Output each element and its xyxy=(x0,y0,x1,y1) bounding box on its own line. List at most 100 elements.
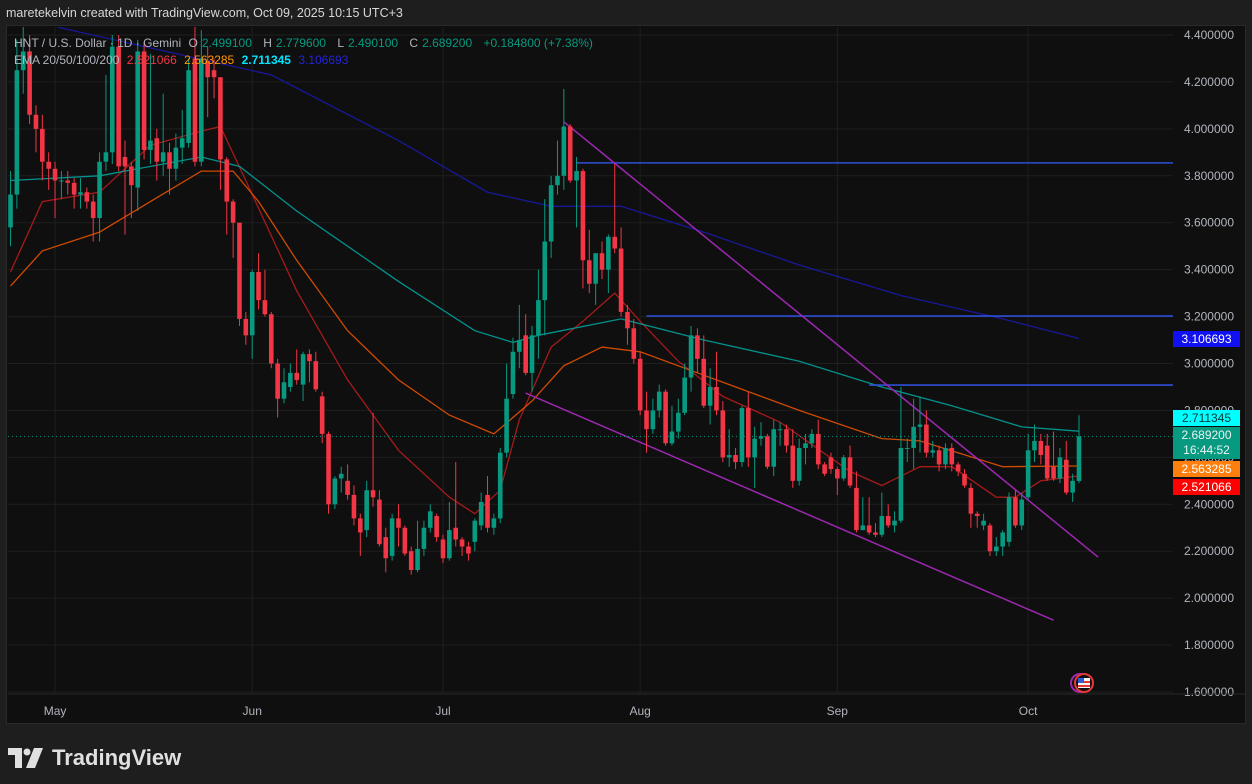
plot-area xyxy=(8,27,1173,621)
candle xyxy=(358,513,363,556)
candle-body xyxy=(370,490,376,498)
candle xyxy=(879,492,885,538)
candle xyxy=(319,391,325,444)
candle-body xyxy=(46,161,51,169)
ema20-price-tag: 2.521066 xyxy=(1173,479,1240,495)
candle-body xyxy=(478,501,484,526)
candle-body xyxy=(485,494,490,528)
last-price-value: 2.689200 xyxy=(1181,428,1232,442)
candle-body xyxy=(733,455,738,463)
candle xyxy=(771,419,777,477)
candle xyxy=(892,511,897,533)
candle-body xyxy=(949,447,955,465)
candle-body xyxy=(765,436,770,467)
candle-body xyxy=(930,450,936,453)
candle-body xyxy=(319,396,325,434)
chart-credit: maretekelvin created with TradingView.co… xyxy=(6,6,403,20)
candle xyxy=(249,269,255,359)
candle xyxy=(78,178,83,209)
candle xyxy=(815,419,821,470)
last-price-tag: 2.689200 16:44:52 xyxy=(1173,427,1240,459)
candle-body xyxy=(784,429,789,446)
tradingview-logo[interactable]: TradingView xyxy=(8,745,181,771)
candle xyxy=(917,396,923,453)
candle xyxy=(1051,431,1056,481)
candlestick-chart[interactable]: 4.400000 4.200000 4.000000 3.800000 3.600000… xyxy=(7,26,1245,723)
candle-body xyxy=(383,537,389,559)
candle-body xyxy=(1019,499,1025,526)
chart-panel[interactable]: 4.400000 4.200000 4.000000 3.800000 3.600000… xyxy=(6,25,1246,724)
candle xyxy=(586,229,592,294)
symbol-label[interactable]: HNT / U.S. Dollar · 1D · Gemini xyxy=(14,36,181,50)
candle-body xyxy=(561,126,567,176)
candle-body xyxy=(994,546,999,552)
candle-body xyxy=(1076,436,1082,482)
candle-body xyxy=(924,424,929,453)
candle-body xyxy=(472,520,478,542)
low-value: 2.490100 xyxy=(348,36,399,50)
candle xyxy=(739,405,745,467)
candle xyxy=(529,325,535,392)
candle-body xyxy=(389,518,395,556)
candle-body xyxy=(224,159,230,202)
candle-body xyxy=(33,114,39,129)
candle xyxy=(676,398,681,439)
candle xyxy=(968,483,974,528)
candle-body xyxy=(345,480,350,495)
candle-body xyxy=(790,445,796,481)
candle-body xyxy=(1000,532,1005,547)
x-tick-label: Aug xyxy=(629,704,650,718)
candle-body xyxy=(955,464,961,472)
candle-body xyxy=(555,175,560,186)
candle xyxy=(898,386,904,524)
candle xyxy=(262,269,268,317)
candle-body xyxy=(542,241,548,301)
candle-body xyxy=(218,77,223,160)
candle-body xyxy=(974,513,980,517)
candle xyxy=(796,438,802,486)
candle-body xyxy=(917,424,923,427)
candle xyxy=(1025,433,1031,500)
x-tick-label: Sep xyxy=(827,704,849,718)
candle-body xyxy=(199,58,204,162)
change-value: +0.184800 (+7.38%) xyxy=(483,36,593,50)
candle xyxy=(351,485,357,526)
candle xyxy=(281,368,287,404)
candle-body xyxy=(828,457,834,470)
candle xyxy=(173,133,179,181)
candle xyxy=(828,452,834,474)
candle xyxy=(97,152,102,242)
candle-body xyxy=(854,487,859,531)
candle-body xyxy=(262,300,268,315)
candle-body xyxy=(815,433,821,465)
candle-body xyxy=(911,426,916,448)
candle-body xyxy=(771,429,777,467)
candle xyxy=(186,58,191,148)
candle xyxy=(841,455,846,481)
candle-body xyxy=(943,447,948,465)
candle xyxy=(307,349,312,383)
candle xyxy=(854,471,859,533)
flag-stripe xyxy=(1078,685,1090,687)
candle xyxy=(218,77,223,190)
candle xyxy=(822,462,827,477)
candle xyxy=(1076,415,1082,484)
candle-body xyxy=(237,222,242,319)
candle-body xyxy=(65,180,71,183)
candle xyxy=(364,480,369,538)
candle-body xyxy=(879,516,885,535)
candle xyxy=(924,410,929,458)
candle-body xyxy=(103,152,109,162)
candle xyxy=(148,53,153,165)
candle xyxy=(650,398,656,434)
candle xyxy=(268,311,274,369)
ema-label[interactable]: EMA 20/50/100/200 xyxy=(14,53,119,67)
candle-body xyxy=(936,450,942,465)
close-value: 2.689200 xyxy=(422,36,473,50)
x-tick-label: May xyxy=(44,704,67,718)
candle xyxy=(338,466,344,493)
candle xyxy=(860,497,866,531)
tradingview-logo-icon xyxy=(8,748,43,768)
x-tick-label: Jul xyxy=(435,704,450,718)
candle-body xyxy=(491,518,497,528)
